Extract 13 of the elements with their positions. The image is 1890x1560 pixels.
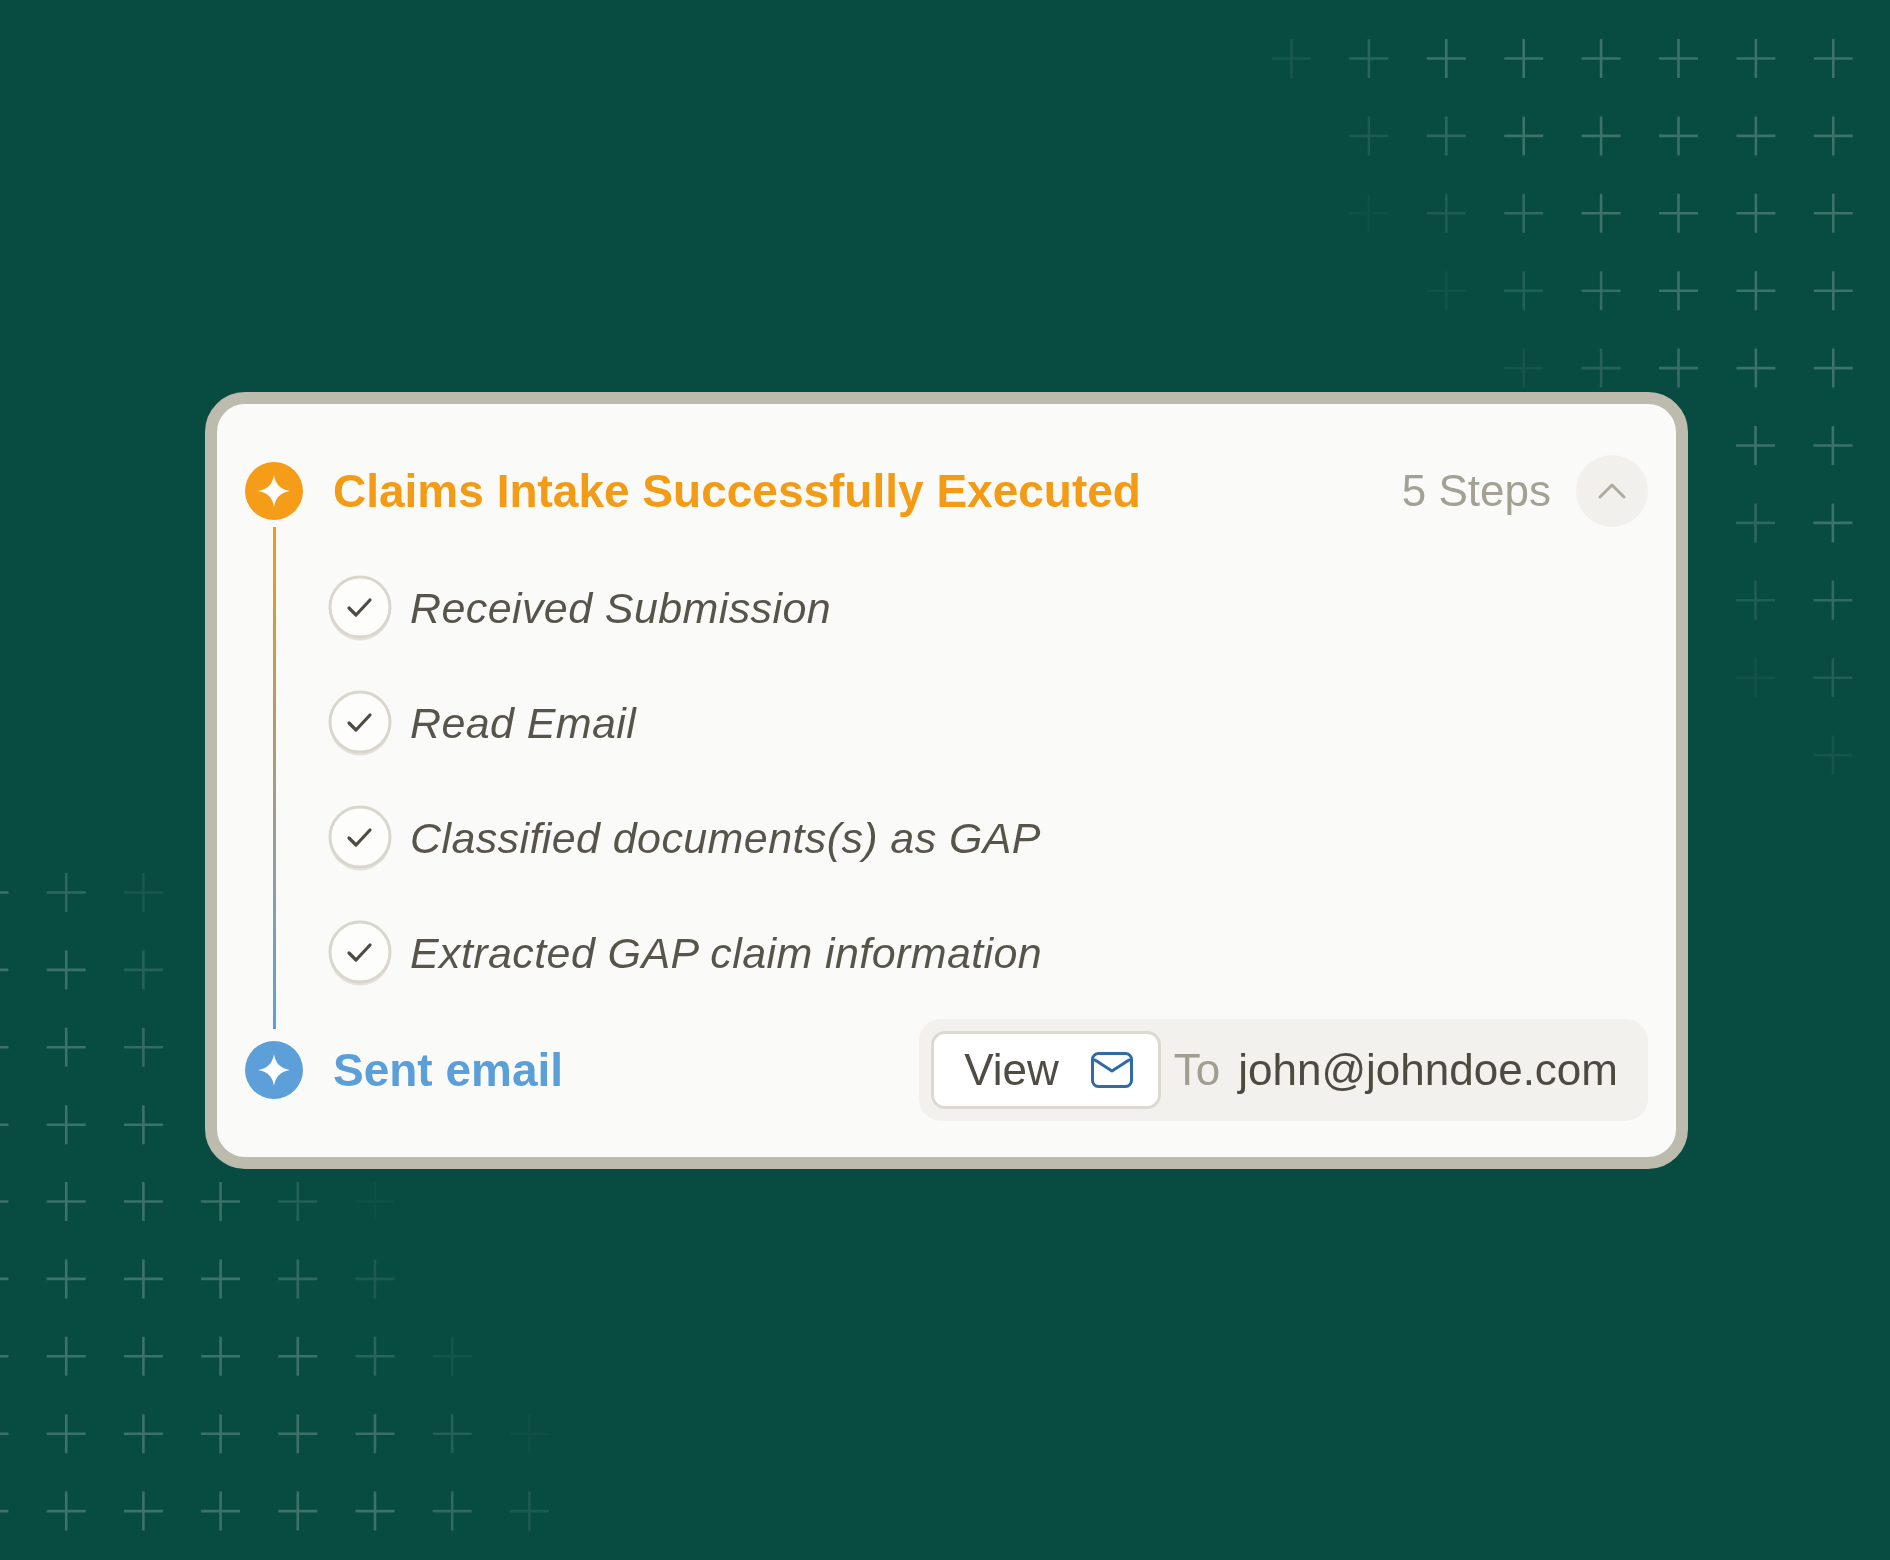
step-label: Extracted GAP claim information: [410, 929, 1043, 978]
sparkle-icon: [245, 1041, 303, 1099]
recipient-email: john@johndoe.com: [1238, 1045, 1618, 1095]
view-button[interactable]: View: [931, 1031, 1161, 1109]
recipient-prefix: To: [1173, 1045, 1221, 1095]
sparkle-icon: [245, 462, 303, 520]
final-step-label: Sent email: [333, 1043, 564, 1097]
step-count: 5 Steps: [1401, 466, 1551, 516]
mail-icon: [1090, 1052, 1133, 1088]
step-label: Classified documents(s) as GAP: [410, 814, 1041, 863]
workflow-title: Claims Intake Successfully Executed: [333, 464, 1141, 518]
step-label: Read Email: [410, 699, 637, 748]
step-label: Received Submission: [410, 584, 832, 633]
